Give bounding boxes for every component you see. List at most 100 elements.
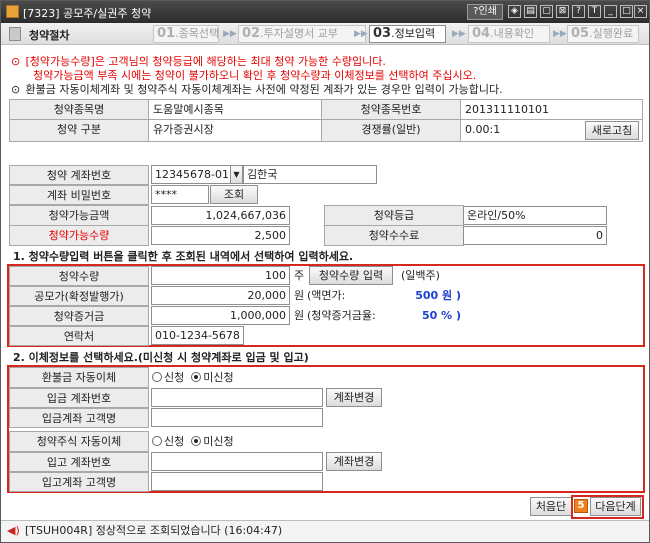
quantity-input[interactable]: 100 [151, 266, 290, 285]
refresh-button[interactable]: 새로고침 [585, 121, 639, 140]
account-number-select[interactable]: 12345678-01 [151, 165, 231, 184]
stock-account-input[interactable] [151, 452, 323, 471]
contact-input[interactable]: 010-1234-5678 [151, 326, 244, 345]
fee-label: 청약수수료 [324, 225, 464, 246]
dropdown-arrow-icon[interactable]: ▼ [230, 165, 243, 184]
step-arrow-icon: ▶▶ [553, 29, 567, 39]
step-1-label: .종목선택 [175, 27, 219, 40]
step-4-number: 04 [472, 26, 491, 41]
available-quantity-label: 청약가능수량 [9, 225, 149, 246]
subscription-type-label: 청약 구분 [9, 119, 149, 142]
offer-price-label: 공모가(확정발행가) [9, 286, 149, 306]
stock-none-radio[interactable] [191, 436, 202, 446]
link-icon[interactable]: ◈ [508, 5, 521, 18]
deposit-rate-label: (청약증거금율: [307, 309, 376, 322]
stock-apply-label: 신청 [164, 435, 185, 448]
refund-transfer-options: 신청 미신청 [152, 368, 234, 387]
step-2-number: 02 [242, 26, 261, 41]
stock-account-change-button[interactable]: 계좌변경 [326, 452, 382, 471]
par-value: 500 원 ) [415, 289, 461, 302]
account-number-label: 청약 계좌번호 [9, 165, 149, 185]
stock-transfer-options: 신청 미신청 [152, 432, 234, 451]
offer-price-value: 20,000 [151, 286, 290, 305]
step-5-label: .실행완료 [589, 27, 634, 40]
step-arrow-icon: ▶▶ [452, 29, 466, 39]
restore-icon[interactable]: ▢ [540, 5, 553, 18]
refund-account-change-button[interactable]: 계좌변경 [326, 388, 382, 407]
refund-apply-label: 신청 [164, 371, 185, 384]
account-holder-field: 김한국 [243, 165, 377, 184]
stock-name-label: 청약종목명 [9, 99, 149, 120]
step-arrow-icon: ▶▶ [223, 29, 237, 39]
pin-icon[interactable]: T [588, 5, 601, 18]
competition-rate-label: 경쟁률(일반) [321, 119, 461, 142]
stock-transfer-label: 청약주식 자동이체 [9, 431, 149, 452]
document-icon [9, 27, 21, 41]
step-4: 04.내용확인 [468, 25, 550, 43]
step-5-badge: 5 [574, 499, 588, 513]
step-1-number: 01 [157, 26, 176, 41]
notice-text-3: 환불금 자동이체계좌 및 청약주식 자동이체계좌는 사전에 약정된 계좌가 있는… [25, 83, 503, 96]
step-bar: 청약절차 01.종목선택 ▶▶ 02.투자설명서 교부 ▶▶ 03.정보입력 ▶… [1, 23, 649, 45]
step-1: 01.종목선택 [153, 25, 219, 43]
maximize-icon[interactable]: □ [620, 5, 633, 18]
status-bar: ◀) [TSUH004R] 정상적으로 조회되었습니다 (16:04:47) [1, 520, 649, 542]
step-5: 05.실행완료 [567, 25, 639, 43]
stock-holder-label: 입고계좌 고객명 [9, 472, 149, 492]
lock-icon[interactable]: ⊠ [556, 5, 569, 18]
section-1-heading: 1. 청약수량입력 버튼을 클릭한 후 조회된 내역에서 선택하여 입력하세요. [13, 250, 354, 263]
deposit-holder-label: 입금계좌 고객명 [9, 408, 149, 428]
refund-none-label: 미신청 [203, 371, 234, 384]
minimize-icon[interactable]: _ [604, 5, 617, 18]
close-icon[interactable]: × [634, 5, 647, 18]
deposit-value: 1,000,000 [151, 306, 290, 325]
notice-line-3: ⊙ 환불금 자동이체계좌 및 청약주식 자동이체계좌는 사전에 약정된 계좌가 … [11, 81, 503, 97]
quantity-input-button[interactable]: 청약수량 입력 [309, 266, 393, 285]
step-3-active: 03.정보입력 [369, 25, 446, 43]
grade-label: 청약등급 [324, 205, 464, 226]
info-circle-icon: ⊙ [11, 83, 21, 96]
password-input[interactable]: **** [151, 185, 209, 204]
deposit-unit: 원 [294, 309, 305, 322]
refund-none-radio[interactable] [191, 372, 202, 382]
step-2-label: .투자설명서 교부 [260, 27, 338, 40]
deposit-account-label: 입금 계좌번호 [9, 388, 149, 408]
deposit-account-input[interactable] [151, 388, 323, 407]
deposit-rate-value: 50 % ) [421, 309, 461, 322]
deposit-label: 청약증거금 [9, 306, 149, 326]
step-5-number: 05 [571, 26, 590, 41]
query-button[interactable]: 조회 [210, 185, 258, 204]
stock-name-value: 도움말예시종목 [148, 99, 322, 120]
quantity-label: 청약수량 [9, 266, 149, 286]
stock-code-value: 201311110101 [460, 99, 643, 120]
contact-label: 연락처 [9, 326, 149, 346]
stock-account-label: 입고 계좌번호 [9, 452, 149, 472]
stock-apply-radio[interactable] [152, 436, 162, 446]
deposit-holder-field [151, 408, 323, 427]
window-list-icon[interactable]: ▤ [524, 5, 537, 18]
step-4-label: .내용확인 [490, 27, 535, 40]
section-title: 청약절차 [29, 29, 70, 42]
refund-transfer-label: 환불금 자동이체 [9, 367, 149, 388]
next-step-button[interactable]: 다음단계 [590, 497, 641, 516]
subscription-type-value: 유가증권시장 [148, 119, 322, 142]
app-icon [6, 5, 19, 18]
app-window: [7323] 공모주/실권주 청약 ?인쇄 ◈ ▤ ▢ ⊠ ? T _ □ × … [0, 0, 650, 543]
window-title: [7323] 공모주/실권주 청약 [23, 7, 152, 20]
help-icon[interactable]: ? [572, 5, 585, 18]
first-step-button[interactable]: 처음단 [530, 497, 572, 516]
title-bar: [7323] 공모주/실권주 청약 ?인쇄 ◈ ▤ ▢ ⊠ ? T _ □ × [1, 1, 649, 23]
available-amount-label: 청약가능금액 [9, 205, 149, 226]
stock-none-label: 미신청 [203, 435, 234, 448]
quantity-in-words: (일백주) [401, 269, 440, 282]
available-quantity-value: 2,500 [151, 226, 290, 245]
step-3-label: .정보입력 [391, 27, 436, 40]
quantity-unit: 주 [294, 269, 305, 282]
warning-circle-icon: ⊙ [11, 55, 21, 68]
step-2: 02.투자설명서 교부 [238, 25, 366, 43]
available-amount-value: 1,024,667,036 [151, 206, 290, 225]
refund-apply-radio[interactable] [152, 372, 162, 382]
step-3-number: 03 [373, 26, 392, 41]
print-help-button[interactable]: ?인쇄 [467, 4, 503, 20]
stock-code-label: 청약종목번호 [321, 99, 461, 120]
